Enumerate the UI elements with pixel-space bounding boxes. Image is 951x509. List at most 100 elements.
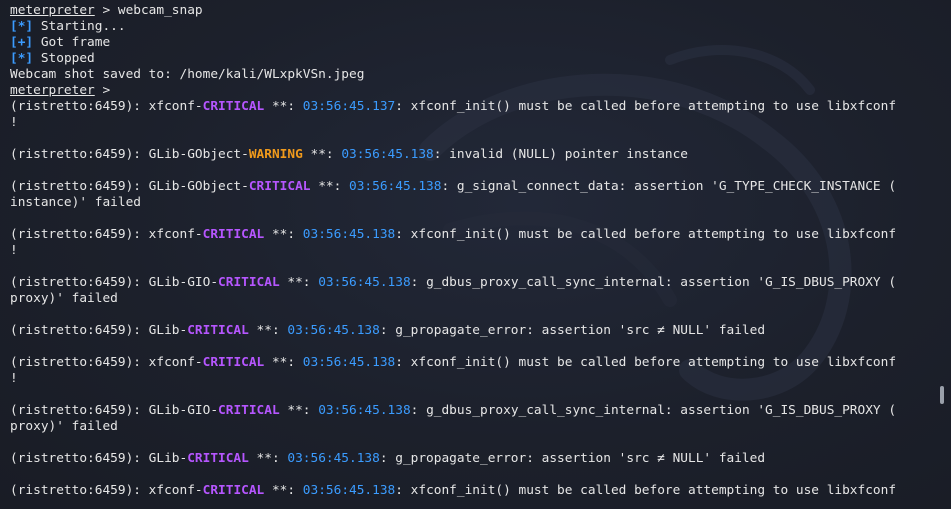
header-line: meterpreter >	[10, 83, 935, 99]
meterpreter-prompt: meterpreter	[10, 83, 95, 98]
header-line: [*] Starting...	[10, 19, 935, 35]
log-line: (ristretto:6459): GLib-CRITICAL **: 03:5…	[10, 323, 935, 339]
log-separator: **:	[302, 147, 342, 162]
log-message: : g_signal_connect_data: assertion 'G_TY…	[441, 179, 897, 194]
log-message-cont: proxy)' failed	[10, 291, 118, 306]
log-level: CRITICAL	[202, 227, 265, 242]
log-level: CRITICAL	[218, 403, 280, 418]
status-text: Starting...	[33, 19, 126, 34]
log-line: (ristretto:6459): GLib-CRITICAL **: 03:5…	[10, 451, 935, 467]
log-message: : xfconf_init() must be called before at…	[395, 355, 897, 370]
log-message: : g_dbus_proxy_call_sync_internal: asser…	[410, 403, 897, 418]
log-line: (ristretto:6459): xfconf-CRITICAL **: 03…	[10, 483, 935, 499]
log-level: WARNING	[248, 147, 303, 162]
log-source: (ristretto:6459): xfconf-	[10, 483, 203, 498]
status-tag: [+]	[10, 35, 34, 50]
log-timestamp: 03:56:45.138	[287, 323, 380, 338]
log-level: CRITICAL	[218, 275, 280, 290]
log-separator: **:	[248, 451, 288, 466]
log-timestamp: 03:56:45.138	[318, 275, 411, 290]
log-separator: **:	[264, 355, 303, 370]
log-level: CRITICAL	[202, 99, 265, 114]
header-line: [*] Stopped	[10, 51, 935, 67]
log-message: : invalid (NULL) pointer instance	[433, 147, 689, 162]
status-tag: [*]	[10, 51, 34, 66]
log-separator: **:	[264, 99, 303, 114]
status-text: Stopped	[33, 51, 95, 66]
header-line: Webcam shot saved to: /home/kali/WLxpkVS…	[10, 67, 935, 83]
log-source: (ristretto:6459): xfconf-	[10, 99, 203, 114]
log-source: (ristretto:6459): GLib-GIO-	[10, 275, 219, 290]
status-tag: [*]	[10, 19, 34, 34]
log-source: (ristretto:6459): xfconf-	[10, 227, 203, 242]
log-timestamp: 03:56:45.138	[302, 483, 396, 498]
log-continuation: !	[10, 115, 935, 131]
command-text: >	[94, 83, 118, 98]
log-separator: **:	[264, 227, 303, 242]
log-line: (ristretto:6459): GLib-GIO-CRITICAL **: …	[10, 275, 935, 291]
log-level: CRITICAL	[202, 483, 265, 498]
log-separator: **:	[279, 403, 319, 418]
log-message-cont: !	[10, 115, 18, 130]
log-separator: **:	[310, 179, 350, 194]
log-message: : g_dbus_proxy_call_sync_internal: asser…	[410, 275, 897, 290]
header-line: [+] Got frame	[10, 35, 935, 51]
log-continuation: !	[10, 371, 935, 387]
meterpreter-prompt: meterpreter	[10, 3, 95, 18]
log-message: : g_propagate_error: assertion 'src ≠ NU…	[379, 451, 766, 466]
log-line: (ristretto:6459): GLib-GObject-CRITICAL …	[10, 179, 935, 195]
log-level: CRITICAL	[248, 179, 311, 194]
log-line: (ristretto:6459): GLib-GIO-CRITICAL **: …	[10, 403, 935, 419]
log-line: (ristretto:6459): GLib-GObject-WARNING *…	[10, 147, 935, 163]
log-timestamp: 03:56:45.137	[302, 99, 396, 114]
log-separator: **:	[279, 275, 319, 290]
command-text: > webcam_snap	[94, 3, 203, 18]
log-source: (ristretto:6459): GLib-GObject-	[10, 179, 249, 194]
log-message-cont: proxy)' failed	[10, 419, 118, 434]
log-timestamp: 03:56:45.138	[302, 355, 396, 370]
log-level: CRITICAL	[187, 451, 249, 466]
log-continuation: proxy)' failed	[10, 419, 935, 435]
log-source: (ristretto:6459): GLib-	[10, 323, 188, 338]
log-timestamp: 03:56:45.138	[318, 403, 411, 418]
log-line: (ristretto:6459): xfconf-CRITICAL **: 03…	[10, 99, 935, 115]
log-message: : xfconf_init() must be called before at…	[395, 99, 897, 114]
terminal-output: meterpreter > webcam_snap [*] Starting...…	[10, 3, 935, 499]
scrollbar-thumb[interactable]	[940, 386, 944, 404]
log-line: (ristretto:6459): xfconf-CRITICAL **: 03…	[10, 227, 935, 243]
log-timestamp: 03:56:45.138	[302, 227, 396, 242]
log-timestamp: 03:56:45.138	[287, 451, 380, 466]
log-message: : xfconf_init() must be called before at…	[395, 483, 897, 498]
log-source: (ristretto:6459): xfconf-	[10, 355, 203, 370]
log-separator: **:	[264, 483, 303, 498]
log-message-cont: !	[10, 243, 18, 258]
log-message-cont: !	[10, 371, 18, 386]
log-level: CRITICAL	[187, 323, 249, 338]
log-continuation: instance)' failed	[10, 195, 935, 211]
output-text: Webcam shot saved to: /home/kali/WLxpkVS…	[10, 67, 365, 82]
log-message: : g_propagate_error: assertion 'src ≠ NU…	[379, 323, 766, 338]
log-continuation: !	[10, 243, 935, 259]
log-message: : xfconf_init() must be called before at…	[395, 227, 897, 242]
header-line: meterpreter > webcam_snap	[10, 3, 935, 19]
log-source: (ristretto:6459): GLib-	[10, 451, 188, 466]
log-separator: **:	[248, 323, 288, 338]
log-continuation: proxy)' failed	[10, 291, 935, 307]
log-timestamp: 03:56:45.138	[341, 147, 434, 162]
log-source: (ristretto:6459): GLib-GIO-	[10, 403, 219, 418]
log-level: CRITICAL	[202, 355, 265, 370]
log-timestamp: 03:56:45.138	[349, 179, 442, 194]
log-source: (ristretto:6459): GLib-GObject-	[10, 147, 249, 162]
terminal-window[interactable]: meterpreter > webcam_snap [*] Starting...…	[0, 0, 951, 509]
log-message-cont: instance)' failed	[10, 195, 141, 210]
status-text: Got frame	[33, 35, 111, 50]
